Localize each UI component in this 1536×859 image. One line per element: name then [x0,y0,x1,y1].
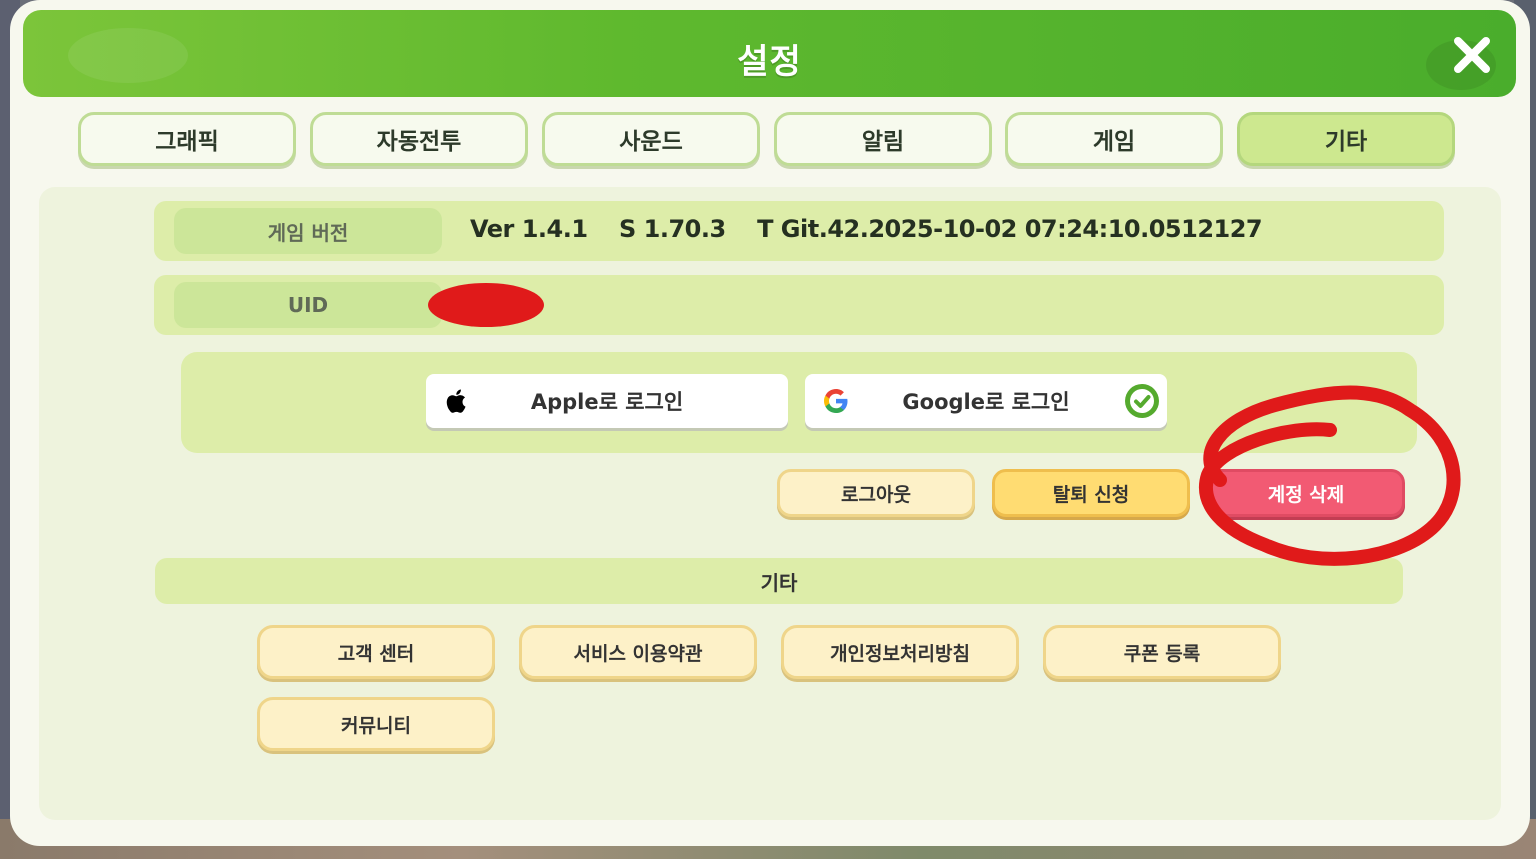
version-label: 게임 버전 [174,208,442,254]
community-button[interactable]: 커뮤니티 [257,697,495,751]
dialog-header: 설정 [23,10,1516,97]
close-icon [1454,37,1490,73]
apple-login-label: Apple로 로그인 [530,390,684,414]
settings-dialog: 설정 그래픽 자동전투 사운드 알림 게임 기타 게임 버전 Ver 1.4.1… [10,0,1530,846]
uid-label: UID [174,282,442,328]
apple-login-button[interactable]: Apple로 로그인 [426,374,788,428]
tab-graphics[interactable]: 그래픽 [78,112,296,166]
terms-of-service-button[interactable]: 서비스 이용약관 [519,625,757,679]
customer-center-button[interactable]: 고객 센터 [257,625,495,679]
content-panel: 게임 버전 Ver 1.4.1 S 1.70.3 T Git.42.2025-1… [39,187,1501,820]
tab-sound[interactable]: 사운드 [542,112,760,166]
delete-account-button[interactable]: 계정 삭제 [1207,469,1405,517]
uid-row: UID [154,275,1444,335]
tab-auto-battle[interactable]: 자동전투 [310,112,528,166]
tab-etc[interactable]: 기타 [1237,112,1455,166]
uid-redaction-mark [428,283,544,327]
withdraw-request-button[interactable]: 탈퇴 신청 [992,469,1190,517]
google-login-button[interactable]: Google로 로그인 [805,374,1167,428]
privacy-policy-button[interactable]: 개인정보처리방침 [781,625,1019,679]
dialog-title: 설정 [737,42,802,82]
version-row: 게임 버전 Ver 1.4.1 S 1.70.3 T Git.42.2025-1… [154,201,1444,261]
google-login-label: Google로 로그인 [902,390,1070,414]
coupon-register-button[interactable]: 쿠폰 등록 [1043,625,1281,679]
tab-game[interactable]: 게임 [1005,112,1223,166]
etc-section-title: 기타 [155,558,1403,604]
close-button[interactable] [1450,33,1494,77]
settings-tabs: 그래픽 자동전투 사운드 알림 게임 기타 [78,112,1461,170]
connected-check-icon [1125,384,1159,418]
login-panel: Apple로 로그인 Google로 로그인 [181,352,1417,453]
tab-notifications[interactable]: 알림 [774,112,992,166]
logout-button[interactable]: 로그아웃 [777,469,975,517]
version-value: Ver 1.4.1 S 1.70.3 T Git.42.2025-10-02 0… [470,215,1263,243]
